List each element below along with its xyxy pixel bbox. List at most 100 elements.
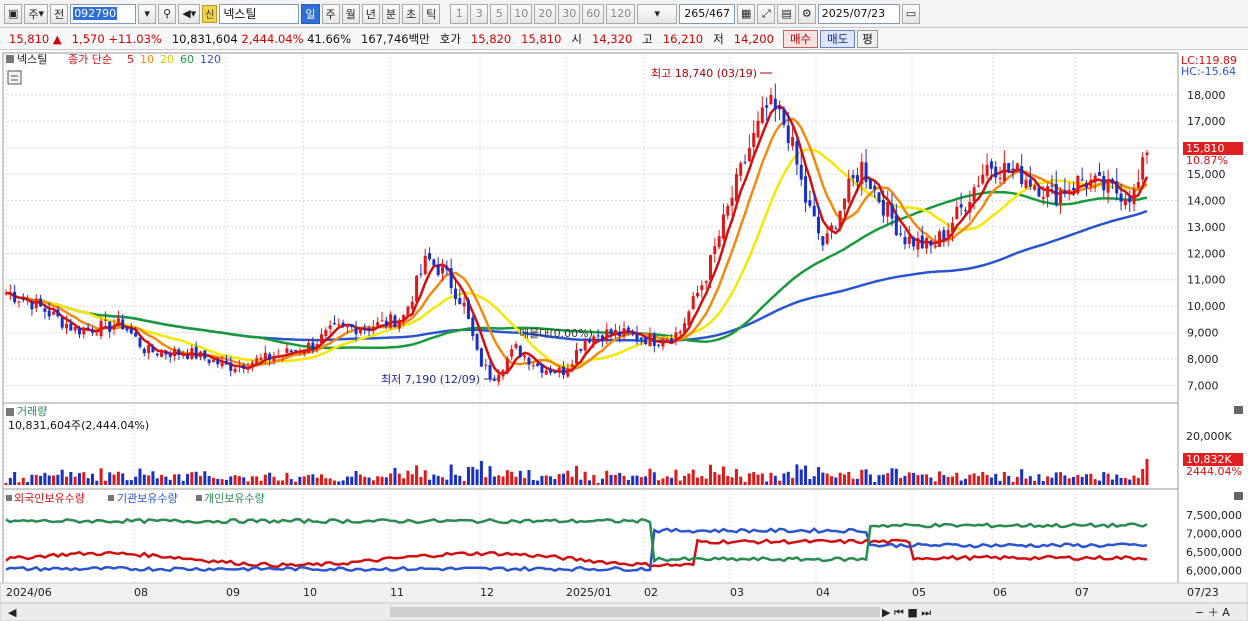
- calculator-icon[interactable]: [7, 70, 22, 85]
- volume-panel-close-icon[interactable]: [1234, 406, 1243, 414]
- volume-current-pct: 2444.04%: [1186, 465, 1242, 478]
- volume-bar: [168, 479, 172, 485]
- candle-body: [579, 348, 583, 351]
- type-select[interactable]: 주 ▾: [24, 3, 49, 24]
- volume-bar: [1080, 476, 1084, 485]
- candle-body: [752, 132, 756, 148]
- volume-bar: [406, 470, 410, 485]
- nav-controls-icon[interactable]: ▶ ⏮ ■ ⏭: [882, 606, 931, 619]
- grid-icon[interactable]: ▦: [736, 3, 756, 24]
- volume-bar: [328, 478, 332, 485]
- period-day[interactable]: 일: [301, 3, 320, 24]
- scroll-thumb[interactable]: [390, 607, 880, 617]
- interval-custom-select[interactable]: ▾: [637, 3, 678, 24]
- gear-icon[interactable]: ⚙: [797, 3, 816, 24]
- interval-5[interactable]: 5: [490, 3, 509, 24]
- volume-bar: [203, 471, 207, 485]
- price-tick-label: 8,000: [1187, 353, 1219, 366]
- volume-bar: [739, 476, 743, 485]
- average-button[interactable]: 평: [857, 29, 878, 48]
- bar-count-value: 265: [684, 7, 706, 20]
- volume-bar: [899, 477, 903, 485]
- volume-bar: [575, 465, 578, 485]
- candle-body: [575, 349, 578, 364]
- candle-body: [1020, 166, 1024, 185]
- candle-body: [938, 231, 942, 248]
- candle-body: [198, 351, 202, 358]
- volume-bar: [717, 474, 721, 485]
- candle-body: [77, 327, 81, 335]
- stock-chart[interactable]: 18,00017,00016,00015,00014,00013,00012,0…: [0, 51, 1248, 621]
- candle-body: [298, 351, 302, 353]
- volume-bar: [765, 481, 769, 485]
- period-month[interactable]: 월: [341, 3, 360, 24]
- window-icon[interactable]: ▣: [4, 3, 23, 24]
- interval-60[interactable]: 60: [582, 3, 605, 24]
- candle-body: [739, 163, 743, 176]
- save-icon[interactable]: ▤: [777, 3, 796, 24]
- interval-3[interactable]: 3: [470, 3, 489, 24]
- candle-body: [410, 301, 414, 309]
- expand-icon[interactable]: ⤢: [757, 3, 776, 24]
- scroll-left-icon[interactable]: ◀: [8, 606, 17, 619]
- candle-body: [52, 311, 56, 315]
- prev-button[interactable]: 전: [50, 3, 69, 24]
- candle-body: [553, 371, 557, 373]
- candle-body: [276, 355, 280, 358]
- zoom-controls-icon[interactable]: − ＋ A: [1195, 606, 1230, 619]
- candle-body: [635, 333, 639, 340]
- candle-body: [129, 328, 133, 334]
- hoga-ask: 15,820: [470, 31, 512, 46]
- candle-body: [881, 200, 885, 216]
- candle-body: [350, 324, 354, 328]
- interval-120[interactable]: 120: [606, 3, 636, 24]
- interval-20[interactable]: 20: [534, 3, 557, 24]
- volume-bar: [233, 475, 237, 485]
- period-week[interactable]: 주: [321, 3, 340, 24]
- volume-bar: [912, 472, 916, 485]
- period-minute[interactable]: 분: [381, 3, 400, 24]
- volume-bar: [1028, 476, 1032, 485]
- volume-bar: [198, 475, 202, 485]
- speaker-icon[interactable]: ◀▾: [178, 3, 201, 24]
- candle-body: [320, 334, 324, 344]
- stock-code-input[interactable]: 092790: [70, 3, 137, 24]
- sell-button[interactable]: 매도: [820, 29, 856, 48]
- volume-bar: [21, 477, 25, 485]
- volume-bar: [354, 470, 358, 485]
- candle-body: [942, 230, 946, 239]
- candle-body: [21, 299, 25, 301]
- x-axis-label: 03: [730, 586, 744, 599]
- candle-body: [868, 179, 872, 189]
- code-dropdown-icon[interactable]: ▾: [138, 3, 157, 24]
- bar-count-input[interactable]: 265/467: [679, 3, 735, 24]
- candle-body: [804, 176, 808, 203]
- candle-body: [259, 357, 263, 360]
- candle-body: [609, 329, 613, 334]
- volume-bar: [173, 474, 177, 485]
- candle-body: [951, 222, 955, 233]
- interval-10[interactable]: 10: [510, 3, 533, 24]
- interval-1[interactable]: 1: [450, 3, 469, 24]
- interval-30[interactable]: 30: [558, 3, 581, 24]
- holding-panel-close-icon[interactable]: [1234, 492, 1243, 500]
- hoga-bid: 15,810: [521, 31, 562, 46]
- period-second[interactable]: 초: [402, 3, 421, 24]
- period-tick[interactable]: 틱: [422, 3, 441, 24]
- candle-body: [821, 236, 825, 246]
- volume-bar: [1132, 475, 1136, 485]
- volume-bar: [13, 472, 17, 485]
- date-input[interactable]: 2025/07/23: [817, 3, 900, 24]
- stock-name-field[interactable]: 넥스틸: [219, 3, 300, 24]
- volume-bar: [384, 477, 388, 485]
- volume-bar: [566, 470, 570, 485]
- volume-bar: [69, 471, 73, 485]
- search-icon[interactable]: ⚲: [158, 3, 177, 24]
- volume-bar: [181, 480, 185, 485]
- period-year[interactable]: 년: [361, 3, 380, 24]
- volume-bar: [350, 476, 354, 485]
- volume-bar: [337, 481, 341, 485]
- calendar-icon[interactable]: ▭: [901, 3, 921, 24]
- buy-button[interactable]: 매수: [782, 29, 819, 48]
- current-price: 15,810 ▲: [9, 31, 62, 46]
